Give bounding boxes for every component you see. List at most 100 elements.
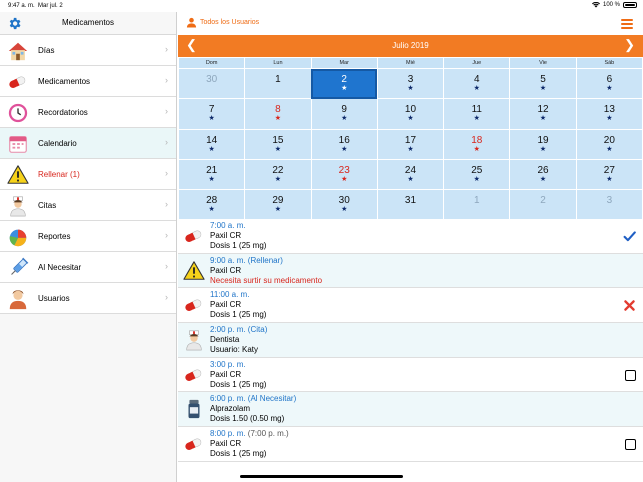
event-row[interactable]: 2:00 p. m. (Cita) Dentista Usuario: Katy [178,323,643,358]
event-time: 2:00 p. m. (Cita) [210,325,268,335]
calendar-day[interactable]: 16 ★ [310,128,378,160]
calendar-day[interactable]: 13 ★ [575,98,643,130]
sidebar-item-al-necesitar[interactable]: Al Necesitar › [0,252,176,283]
day-number: 12 [537,104,549,116]
checkbox[interactable] [625,369,636,381]
calendar-day[interactable]: 8 ★ [244,98,312,130]
checkbox[interactable] [625,439,636,451]
calendar-day[interactable]: 5 ★ [509,67,577,100]
day-number: 18 [471,134,483,146]
calendar-day[interactable]: 27 ★ [575,158,643,191]
star-icon: ★ [539,176,547,184]
calendar-day[interactable]: 17 ★ [376,128,445,160]
home-indicator [240,475,403,478]
calendar-day[interactable]: 30 [177,67,246,100]
calendar-day[interactable]: 7 ★ [177,98,246,130]
calendar-day-today[interactable]: 2 ★ [310,67,378,100]
sidebar-item-usuarios[interactable]: Usuarios › [0,283,176,314]
calendar-day[interactable]: 3 ★ [376,67,445,100]
weekday-label: Jue [443,57,511,69]
sidebar-item-d-as[interactable]: Días › [0,35,176,66]
day-number: 11 [471,104,482,116]
sidebar-item-medicamentos[interactable]: Medicamentos › [0,66,176,97]
calendar-day[interactable]: 14 ★ [177,128,246,160]
day-number: 31 [404,195,417,207]
event-detail: Dosis 1 (25 mg) [210,449,267,459]
sidebar-item-recordatorios[interactable]: Recordatorios › [0,97,176,128]
sidebar-item-reportes[interactable]: Reportes › [0,221,176,252]
calendar-day[interactable]: 12 ★ [509,98,577,130]
chevron-right-icon: › [165,292,168,302]
calendar-grid: Dom Lun Mar Mié Jue Vie Sáb 30 1 2 ★ 3 ★ 4 ★ 5 ★ 6 ★ 7 ★ 8 ★ 9… [177,57,643,221]
calendar-day[interactable]: 24 ★ [376,158,445,191]
pie-chart-icon [7,226,29,247]
star-icon: ★ [274,115,282,123]
calendar-day[interactable]: 21 ★ [177,158,246,191]
top-bar: Todos los Usuarios [178,12,643,35]
calendar-day[interactable]: 20 ★ [575,128,643,160]
event-row[interactable]: 7:00 a. m. Paxil CR Dosis 1 (25 mg) [178,219,643,254]
event-row[interactable]: 11:00 a. m. Paxil CR Dosis 1 (25 mg) [178,288,643,324]
star-icon: ★ [606,145,613,153]
status-time: 9:47 a. m. [8,3,35,9]
day-number: 14 [206,134,218,146]
calendar-day[interactable]: 2 [509,189,577,221]
calendar-day[interactable]: 18 ★ [443,128,511,160]
day-number: 2 [341,74,347,86]
star-icon: ★ [341,176,348,184]
calendar-day[interactable]: 15 ★ [244,128,312,160]
calendar-day[interactable]: 11 ★ [443,98,511,130]
sidebar-item-rellenar-1[interactable]: Rellenar (1) › [0,159,176,190]
calendar-day[interactable]: 25 ★ [443,158,511,191]
weekday-row: Dom Lun Mar Mié Jue Vie Sáb [177,57,643,69]
status-date: Mar jul. 2 [38,3,63,9]
chevron-right-icon: › [165,168,168,178]
calendar-day[interactable]: 22 ★ [244,158,312,191]
day-number: 7 [208,104,215,116]
event-row[interactable]: 6:00 p. m. (Al Necesitar) Alprazolam Dosis… [178,392,643,428]
calendar-day[interactable]: 1 [443,189,511,221]
close-icon[interactable] [623,299,636,312]
next-month-button[interactable]: ❯ [624,38,635,52]
calendar-day[interactable]: 1 [244,67,312,100]
event-row[interactable]: 8:00 p. m. (7:00 p. m.) Paxil CR Dosis 1 (… [178,427,643,462]
calendar-day[interactable]: 30 ★ [310,189,378,221]
calendar-day[interactable]: 3 [575,189,643,221]
star-icon: ★ [473,145,480,153]
calendar-day[interactable]: 6 ★ [575,67,643,100]
house-icon [7,40,29,61]
calendar-icon [7,133,29,154]
sidebar-item-calendario[interactable]: Calendario › [0,128,176,159]
calendar-day[interactable]: 31 [376,189,445,221]
day-number: 9 [341,104,347,116]
calendar-day[interactable]: 9 ★ [310,98,378,130]
menu-icon[interactable] [621,19,633,29]
calendar-day[interactable]: 10 ★ [376,98,445,130]
day-number: 6 [606,74,613,86]
month-bar: ❮ Julio 2019 ❯ [178,35,643,57]
day-number: 26 [537,165,549,177]
event-row[interactable]: 9:00 a. m. (Rellenar) Paxil CR Necesita su… [178,253,643,289]
calendar-day[interactable]: 26 ★ [509,158,577,191]
event-row[interactable]: 3:00 p. m. Paxil CR Dosis 1 (25 mg) [178,357,643,393]
warning-icon [183,260,205,282]
star-icon: ★ [341,145,348,153]
star-icon: ★ [208,145,215,153]
battery-icon [623,2,637,8]
calendar-day[interactable]: 28 ★ [177,189,246,221]
check-icon[interactable] [623,230,636,243]
calendar-day[interactable]: 19 ★ [509,128,577,160]
star-icon: ★ [606,85,613,93]
event-detail: Necesita surtir su medicamento [210,275,323,285]
calendar-day[interactable]: 23 ★ [310,158,378,191]
sidebar-item-citas[interactable]: Citas › [0,190,176,221]
weekday-label: Lun [244,57,312,69]
star-icon: ★ [208,176,215,184]
calendar-day[interactable]: 4 ★ [443,67,511,100]
calendar-day[interactable]: 29 ★ [244,189,312,221]
sidebar-title: Medicamentos [61,18,115,27]
chevron-right-icon: › [165,106,168,116]
sidebar-item-label: Medicamentos [38,77,91,86]
sidebar-item-label: Rellenar (1) [38,170,80,179]
all-users-button[interactable]: Todos los Usuarios [186,17,259,28]
